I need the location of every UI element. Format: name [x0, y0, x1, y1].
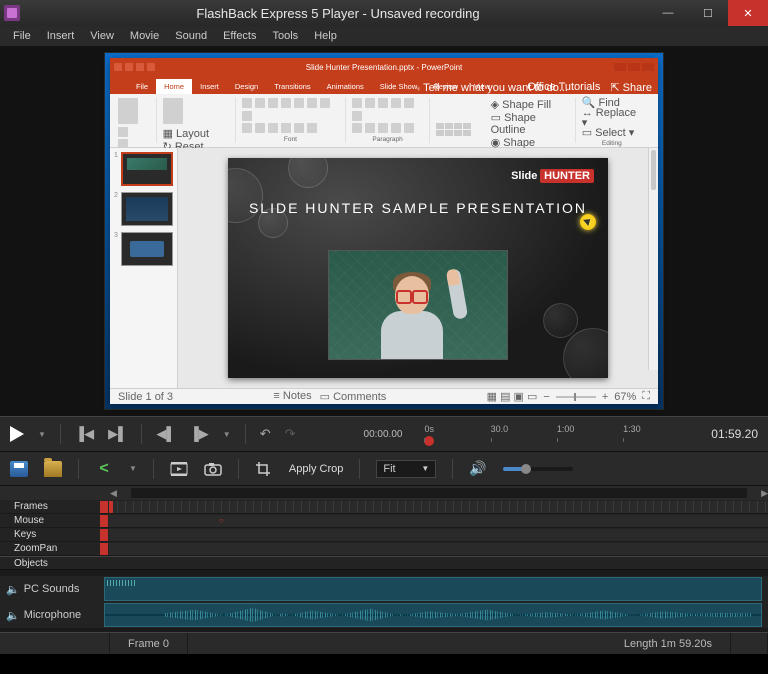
ppt-ribbon: Clipboard ▦ Layout↻ Reset▭Slides Font Pa…	[110, 94, 658, 148]
volume-button[interactable]: 🔊	[469, 460, 486, 477]
share-button[interactable]: <	[95, 461, 113, 477]
timeline-ruler[interactable]: 0s 30.0 1:00 1:30	[424, 424, 689, 444]
screenshot-button[interactable]	[204, 461, 222, 477]
ppt-tab-insert: Insert	[192, 79, 227, 94]
ppt-share: Office Tutorials⇱ Share	[527, 81, 652, 94]
ppt-slide-area: Slide HUNTER SLIDE HUNTER SAMPLE PRESENT…	[178, 148, 658, 388]
ppt-thumb-1: 1	[114, 152, 173, 186]
skip-end-button[interactable]: ▶▌	[108, 426, 127, 442]
zoom-fit-select[interactable]: Fit▼	[376, 460, 436, 478]
menu-view[interactable]: View	[83, 28, 121, 44]
ppt-thumb-3: 3	[114, 232, 173, 266]
ppt-body: 1 2 3 Slide HUNTER SLIDE HUNTER SAMPLE P…	[110, 148, 658, 388]
app-icon	[4, 5, 20, 21]
save-button[interactable]	[10, 461, 28, 477]
menu-file[interactable]: File	[6, 28, 38, 44]
ppt-tab-home: Home	[156, 79, 192, 94]
menu-insert[interactable]: Insert	[40, 28, 82, 44]
status-bar: Frame 0 Length 1m 59.20s	[0, 632, 768, 654]
slide-image	[328, 250, 508, 360]
speaker-icon: 🔈	[6, 609, 20, 622]
track-scrollbar[interactable]: ◀▶	[0, 486, 768, 500]
action-toolbar: <▼ Apply Crop Fit▼ 🔊	[0, 452, 768, 486]
play-dropdown[interactable]: ▼	[38, 430, 46, 439]
ppt-thumbnails: 1 2 3	[110, 148, 178, 388]
slide-logo: Slide HUNTER	[511, 170, 594, 182]
status-frame: Frame 0	[110, 633, 188, 654]
minimize-button[interactable]: —	[648, 0, 688, 26]
recorded-cursor	[580, 214, 596, 230]
skip-start-button[interactable]: ▐◀	[75, 426, 94, 442]
track-zoompan[interactable]: ZoomPan	[0, 542, 768, 556]
ppt-title: Slide Hunter Presentation.pptx - PowerPo…	[306, 63, 463, 72]
ppt-tab-transitions: Transitions	[266, 79, 318, 94]
play-button[interactable]	[10, 426, 24, 442]
track-pc-sounds[interactable]: 🔈PC Sounds	[0, 576, 768, 602]
ppt-titlebar: Slide Hunter Presentation.pptx - PowerPo…	[110, 58, 658, 76]
menu-sound[interactable]: Sound	[168, 28, 214, 44]
ppt-tab-design: Design	[227, 79, 266, 94]
ppt-tab-file: File	[128, 79, 156, 94]
slide-title: SLIDE HUNTER SAMPLE PRESENTATION	[228, 200, 608, 216]
title-bar: FlashBack Express 5 Player - Unsaved rec…	[0, 0, 768, 26]
recorded-desktop: Slide Hunter Presentation.pptx - PowerPo…	[104, 52, 664, 410]
ppt-tab-animations: Animations	[319, 79, 372, 94]
apply-crop-button[interactable]: Apply Crop	[289, 463, 343, 475]
window-controls: — ☐ ✕	[648, 0, 768, 26]
step-forward-button[interactable]: ▐▶	[190, 426, 209, 442]
crop-button[interactable]	[255, 461, 273, 477]
track-objects[interactable]: Objects	[0, 556, 768, 570]
redo-button[interactable]: ↷	[285, 426, 296, 442]
track-microphone[interactable]: 🔈Microphone	[0, 602, 768, 628]
undo-button[interactable]: ↶	[260, 426, 271, 442]
ppt-thumb-2: 2	[114, 192, 173, 226]
menu-bar: File Insert View Movie Sound Effects Too…	[0, 26, 768, 46]
window-title: FlashBack Express 5 Player - Unsaved rec…	[28, 6, 648, 21]
menu-movie[interactable]: Movie	[123, 28, 166, 44]
track-mouse[interactable]: Mouse ○	[0, 514, 768, 528]
video-preview: Slide Hunter Presentation.pptx - PowerPo…	[0, 46, 768, 416]
menu-effects[interactable]: Effects	[216, 28, 263, 44]
movie-settings-button[interactable]	[170, 461, 188, 477]
powerpoint-window: Slide Hunter Presentation.pptx - PowerPo…	[110, 58, 658, 404]
ppt-slide: Slide HUNTER SLIDE HUNTER SAMPLE PRESENT…	[228, 158, 608, 378]
maximize-button[interactable]: ☐	[688, 0, 728, 26]
track-frames[interactable]: Frames	[0, 500, 768, 514]
ppt-tabs: File Home Insert Design Transitions Anim…	[110, 76, 658, 94]
ppt-scrollbar	[648, 148, 658, 370]
playback-controls: ▼ ▐◀ ▶▌ ◀▌ ▐▶▼ ↶ ↷ 00:00.00 0s 30.0 1:00…	[0, 416, 768, 452]
track-keys[interactable]: Keys	[0, 528, 768, 542]
status-length: Length 1m 59.20s	[606, 633, 731, 654]
step-back-button[interactable]: ◀▌	[156, 426, 175, 442]
speaker-icon: 🔈	[6, 583, 20, 596]
menu-help[interactable]: Help	[307, 28, 344, 44]
total-time: 01:59.20	[711, 427, 758, 441]
current-time: 00:00.00	[364, 429, 403, 440]
close-button[interactable]: ✕	[728, 0, 768, 26]
ppt-statusbar: Slide 1 of 3 ≡ Notes▭ Comments ▦ ▤ ▣ ▭−+…	[110, 388, 658, 404]
volume-slider[interactable]	[503, 467, 573, 471]
open-button[interactable]	[44, 461, 62, 477]
playhead-icon[interactable]	[424, 436, 434, 446]
menu-tools[interactable]: Tools	[266, 28, 306, 44]
tracks-panel: ◀▶ Frames Mouse ○ Keys ZoomPan Objects 🔈…	[0, 486, 768, 632]
